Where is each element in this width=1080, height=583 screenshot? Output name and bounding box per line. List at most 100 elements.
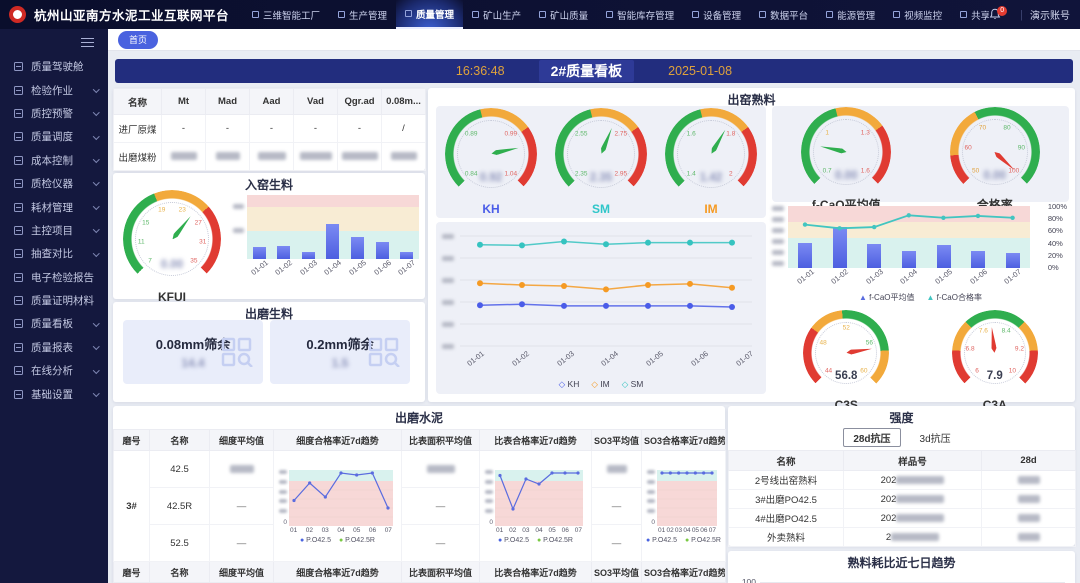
sidebar-item[interactable]: 质控预警 — [0, 102, 108, 125]
account-menu[interactable]: 演示账号 — [1030, 7, 1070, 22]
legend-item[interactable]: ▲ f-CaO合格率 — [927, 292, 982, 303]
x-tick-label: 01 — [290, 527, 298, 534]
x-tick-label: 01-06 — [967, 267, 989, 286]
nav-item[interactable]: 设备管理 — [683, 0, 750, 29]
redacted-value — [485, 470, 493, 474]
cement-col-header: 细度平均值 — [209, 561, 274, 583]
sidebar-item[interactable]: 质检仪器 — [0, 172, 108, 195]
so3-trend-cell: 0 01 02 03 04 05 06 07 ● P.O42.5 ● P.O42.5R — [641, 450, 726, 562]
clinker-panel: 出窑熟料 0.84 0.89 0.99 1.04 0.92 KH 2.35 2.55 2.75 2… — [428, 88, 1075, 412]
strength-tab[interactable]: 28d抗压 — [843, 428, 901, 447]
mill-raw-panel: 出磨生料 0.08mm筛余 14.4 0.2mm筛余 1.5 — [113, 302, 425, 402]
coal-cell — [337, 142, 382, 171]
divider: | — [1020, 8, 1023, 21]
chevron-down-icon — [92, 109, 99, 116]
sidebar-item[interactable]: 质量调度 — [0, 125, 108, 148]
redacted-value — [279, 489, 287, 494]
nav-item[interactable]: 矿山生产 — [463, 0, 530, 29]
cement-col-header: 比表合格率近7d趋势 — [479, 561, 592, 583]
nav-item[interactable]: 矿山质量 — [530, 0, 597, 29]
sample-28d-value — [981, 489, 1076, 509]
sidebar-item[interactable]: 质量证明材料 — [0, 289, 108, 312]
nav-item[interactable]: 智能库存管理 — [597, 0, 683, 29]
y-tick-label: 0 — [489, 518, 493, 526]
x-tick-label: 01-07 — [1002, 267, 1023, 286]
chevron-down-icon — [92, 389, 99, 397]
chevron-down-icon — [92, 156, 99, 163]
gauge-tick-label: 52 — [842, 324, 850, 332]
legend-item: ● P.O42.5R — [338, 537, 375, 544]
x-tick-label: 01 — [496, 527, 504, 534]
redacted-value — [485, 479, 493, 484]
sidebar-item[interactable]: 电子检验报告 — [0, 266, 108, 289]
x-tick-label: 01-02 — [273, 258, 295, 277]
sidebar-item[interactable]: 抽查对比 — [0, 242, 108, 265]
gauge-tick-label: 0.89 — [464, 130, 478, 138]
clinker-gauges-card: 0.84 0.89 0.99 1.04 0.92 KH 2.35 2.55 2.75 2.95 2.… — [436, 106, 766, 218]
legend-item[interactable]: ◇ KH — [559, 379, 580, 390]
nav-item-label: 共享库存 — [971, 10, 990, 22]
x-tick-label: 01-01 — [794, 267, 816, 286]
sample-28d-value — [981, 527, 1076, 547]
nav-item[interactable]: 质量管理 — [396, 0, 464, 29]
bar — [375, 242, 389, 259]
strength-col-header: 样品号 — [843, 450, 982, 471]
g-c3s: 44 48 52 56 60 56.8 C3S — [803, 310, 890, 412]
sidebar-item-label: 质检仪器 — [31, 178, 73, 191]
cement-col-header: 细度合格率近7d趋势 — [273, 561, 402, 583]
surface-trend-cell: 0 01 02 03 04 05 06 07 ● P.O42.5 ● P.O42.5R — [479, 450, 592, 562]
sidebar-collapse-icon[interactable] — [81, 38, 94, 47]
sidebar-item[interactable]: 主控项目 — [0, 219, 108, 242]
redacted-value — [1017, 513, 1040, 522]
nav-item[interactable]: 能源管理 — [817, 0, 884, 29]
legend-item[interactable]: ◇ SM — [622, 379, 644, 390]
so3-avg — [591, 450, 642, 488]
strength-tab[interactable]: 3d抗压 — [911, 429, 960, 446]
doc-icon — [14, 389, 23, 399]
x-tick-label: 01 — [658, 527, 666, 534]
surface-avg — [401, 450, 480, 488]
sidebar-item-label: 质量看板 — [31, 318, 73, 331]
table-row: 出磨煤粉 — [113, 142, 426, 171]
sidebar-item[interactable]: 检验作业 — [0, 78, 108, 101]
list-icon — [14, 85, 23, 95]
sidebar-item[interactable]: 在线分析 — [0, 359, 108, 382]
legend-item[interactable]: ◇ IM — [591, 379, 609, 390]
board-title: 2#质量看板 — [538, 60, 635, 82]
sidebar-item[interactable]: 质量看板 — [0, 312, 108, 335]
x-tick-label: 01-01 — [248, 258, 270, 277]
redacted-value — [279, 509, 287, 514]
legend-item[interactable]: ▲ f-CaO平均值 — [859, 292, 914, 303]
sidebar-item[interactable]: 质量驾驶舱 — [0, 55, 108, 78]
gauge-tick-label: 80 — [1003, 124, 1011, 132]
gauge-tick-label: 9.2 — [1014, 345, 1024, 353]
tab-home[interactable]: 首页 — [118, 30, 159, 49]
sidebar-item[interactable]: 成本控制 — [0, 149, 108, 172]
nav-item[interactable]: 共享库存 — [951, 0, 989, 29]
gauge-tick-label: 0.99 — [504, 130, 518, 138]
nav-item[interactable]: 数据平台 — [750, 0, 817, 29]
sample-number: 202 — [843, 470, 982, 490]
notification-badge: 0 — [997, 5, 1008, 16]
redacted-value — [279, 499, 287, 504]
main-content: 首页 16:36:48 2#质量看板 2025-01-08 名称 Mt Mad Aad… — [108, 29, 1080, 583]
nav-item[interactable]: 生产管理 — [329, 0, 396, 29]
x-tick-label: 04 — [683, 527, 691, 534]
chevron-down-icon — [92, 249, 99, 256]
gauge-tick-label: 7.6 — [978, 327, 988, 335]
sidebar-item[interactable]: 基础设置 — [0, 382, 108, 405]
nav-item[interactable]: 视频监控 — [884, 0, 951, 29]
coal-cell — [381, 142, 426, 171]
sidebar-item[interactable]: 质量报表 — [0, 336, 108, 359]
sample-name: 外卖熟料 — [728, 527, 844, 547]
cement-col-header: 名称 — [149, 561, 210, 583]
monitor-icon — [14, 249, 23, 259]
x-tick-label: 02 — [666, 527, 674, 534]
nav-item[interactable]: 三维智能工厂 — [243, 0, 329, 29]
gauge-tick-label: 56 — [865, 339, 873, 347]
bar — [277, 245, 291, 259]
y-tick-label: 0 — [651, 518, 655, 526]
coal-cell: - — [205, 114, 250, 143]
x-tick-label: 03 — [674, 527, 683, 534]
sidebar-item[interactable]: 耗材管理 — [0, 195, 108, 218]
